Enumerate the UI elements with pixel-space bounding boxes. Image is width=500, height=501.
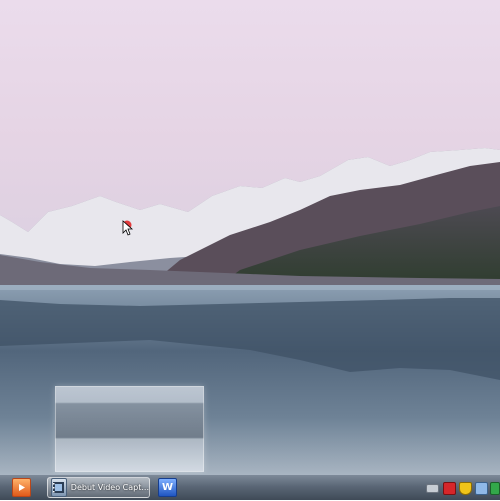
shield-icon[interactable] (459, 482, 472, 495)
system-tray (422, 475, 500, 501)
taskbar-thumbnail-preview[interactable] (55, 386, 204, 472)
media-player-icon (12, 478, 31, 497)
taskbar-debut-video-capture-button[interactable]: Debut Video Capt... (47, 477, 150, 498)
taskbar-media-player-button[interactable] (12, 477, 38, 498)
taskbar-word-button[interactable]: W (158, 477, 184, 498)
word-icon: W (158, 478, 177, 497)
desktop (0, 0, 500, 474)
film-icon (51, 478, 67, 497)
alert-icon[interactable] (443, 482, 456, 495)
network-icon[interactable] (426, 484, 439, 493)
flag-icon[interactable] (490, 482, 500, 495)
mouse-cursor-icon (122, 220, 134, 236)
monitor-icon[interactable] (475, 482, 488, 495)
taskbar-button-label: Debut Video Capt... (70, 483, 149, 492)
taskbar: Debut Video Capt... W (0, 474, 500, 500)
